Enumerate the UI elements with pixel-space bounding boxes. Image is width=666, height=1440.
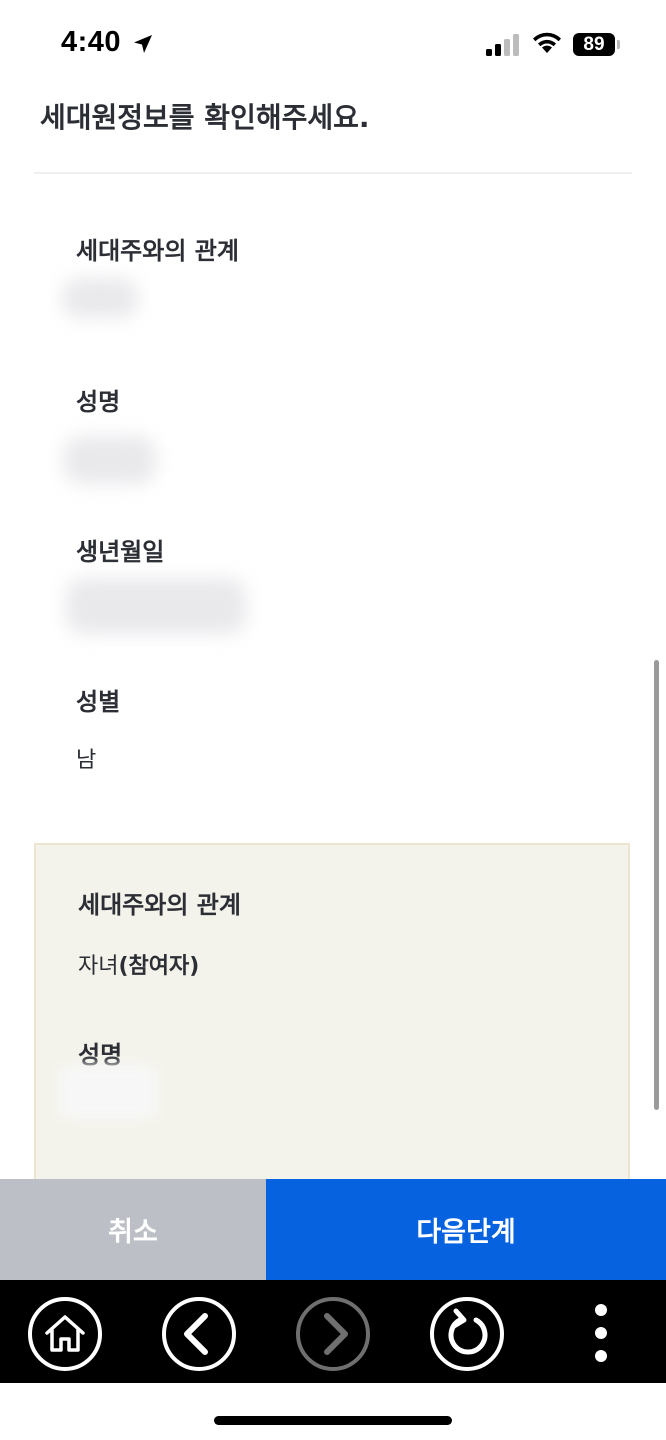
action-bar: 취소 다음단계 bbox=[0, 1179, 666, 1280]
gender-label: 성별 bbox=[76, 688, 121, 716]
status-bar: 4:40 89 bbox=[0, 0, 666, 90]
relation-value-redacted bbox=[62, 278, 138, 318]
birthdate-label: 생년월일 bbox=[76, 538, 165, 566]
back-icon[interactable] bbox=[161, 1296, 237, 1372]
card-name-value-redacted bbox=[58, 1065, 158, 1119]
next-step-button[interactable]: 다음단계 bbox=[266, 1179, 666, 1280]
battery-tip bbox=[617, 40, 620, 49]
wifi-icon bbox=[533, 32, 561, 53]
gender-value: 남 bbox=[76, 748, 97, 773]
home-icon[interactable] bbox=[27, 1296, 103, 1372]
more-icon[interactable] bbox=[563, 1296, 639, 1372]
browser-toolbar bbox=[0, 1280, 666, 1383]
page-title: 세대원정보를 확인해주세요. bbox=[40, 101, 370, 134]
refresh-icon[interactable] bbox=[429, 1296, 505, 1372]
location-arrow-icon bbox=[134, 35, 152, 53]
bottom-safe-area bbox=[0, 1383, 666, 1440]
birthdate-value-redacted bbox=[66, 578, 246, 634]
name-label: 성명 bbox=[76, 388, 121, 416]
card-relation-value: 자녀(참여자) bbox=[78, 948, 199, 980]
forward-icon[interactable] bbox=[295, 1296, 371, 1372]
home-indicator[interactable] bbox=[214, 1416, 452, 1425]
relation-label: 세대주와의 관계 bbox=[76, 237, 239, 265]
scrollbar[interactable] bbox=[654, 660, 659, 1110]
card-relation-label: 세대주와의 관계 bbox=[78, 891, 241, 919]
card-relation-value-text: 자녀 bbox=[78, 954, 119, 979]
name-value-redacted bbox=[64, 436, 156, 484]
cancel-button[interactable]: 취소 bbox=[0, 1179, 266, 1280]
cellular-signal-icon bbox=[486, 34, 519, 56]
title-divider bbox=[34, 172, 632, 174]
status-time: 4:40 bbox=[61, 26, 122, 58]
card-relation-value-tag: (참여자) bbox=[118, 954, 200, 979]
battery-icon: 89 bbox=[573, 33, 615, 56]
